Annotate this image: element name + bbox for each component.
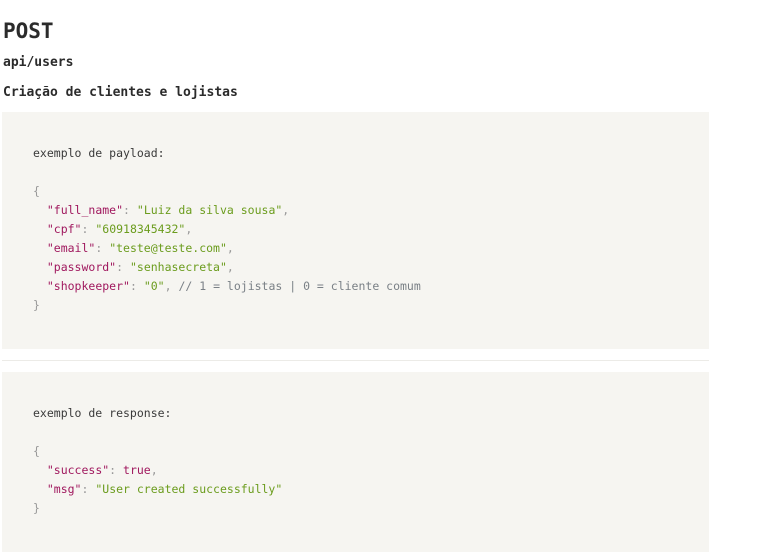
response-open-brace: { (33, 444, 40, 458)
payload-open-brace: { (33, 184, 40, 198)
shopkeeper-comment: // 1 = lojistas | 0 = cliente comum (171, 279, 421, 293)
endpoint-path: api/users (3, 55, 74, 70)
payload-code-block: exemplo de payload: { "full_name": "Luiz … (2, 112, 709, 349)
http-method: POST (3, 19, 54, 43)
response-field-success: "success": true, (46, 463, 158, 477)
payload-field-email: "email": "teste@teste.com", (46, 241, 234, 255)
payload-field-shopkeeper: "shopkeeper": "0", // 1 = lojistas | 0 =… (46, 279, 421, 293)
payload-close-brace: } (33, 298, 40, 312)
response-field-msg: "msg": "User created successfully" (46, 482, 283, 496)
response-code-block: exemplo de response: { "success": true, "… (2, 372, 709, 552)
payload-field-cpf: "cpf": "60918345432", (46, 222, 193, 236)
endpoint-description: Criação de clientes e lojistas (3, 85, 238, 100)
payload-field-password: "password": "senhasecreta", (46, 260, 234, 274)
section-divider (2, 360, 709, 361)
payload-field-full-name: "full_name": "Luiz da silva sousa", (46, 203, 290, 217)
response-label: exemplo de response: (33, 406, 172, 420)
payload-label: exemplo de payload: (33, 146, 165, 160)
response-close-brace: } (33, 501, 40, 515)
